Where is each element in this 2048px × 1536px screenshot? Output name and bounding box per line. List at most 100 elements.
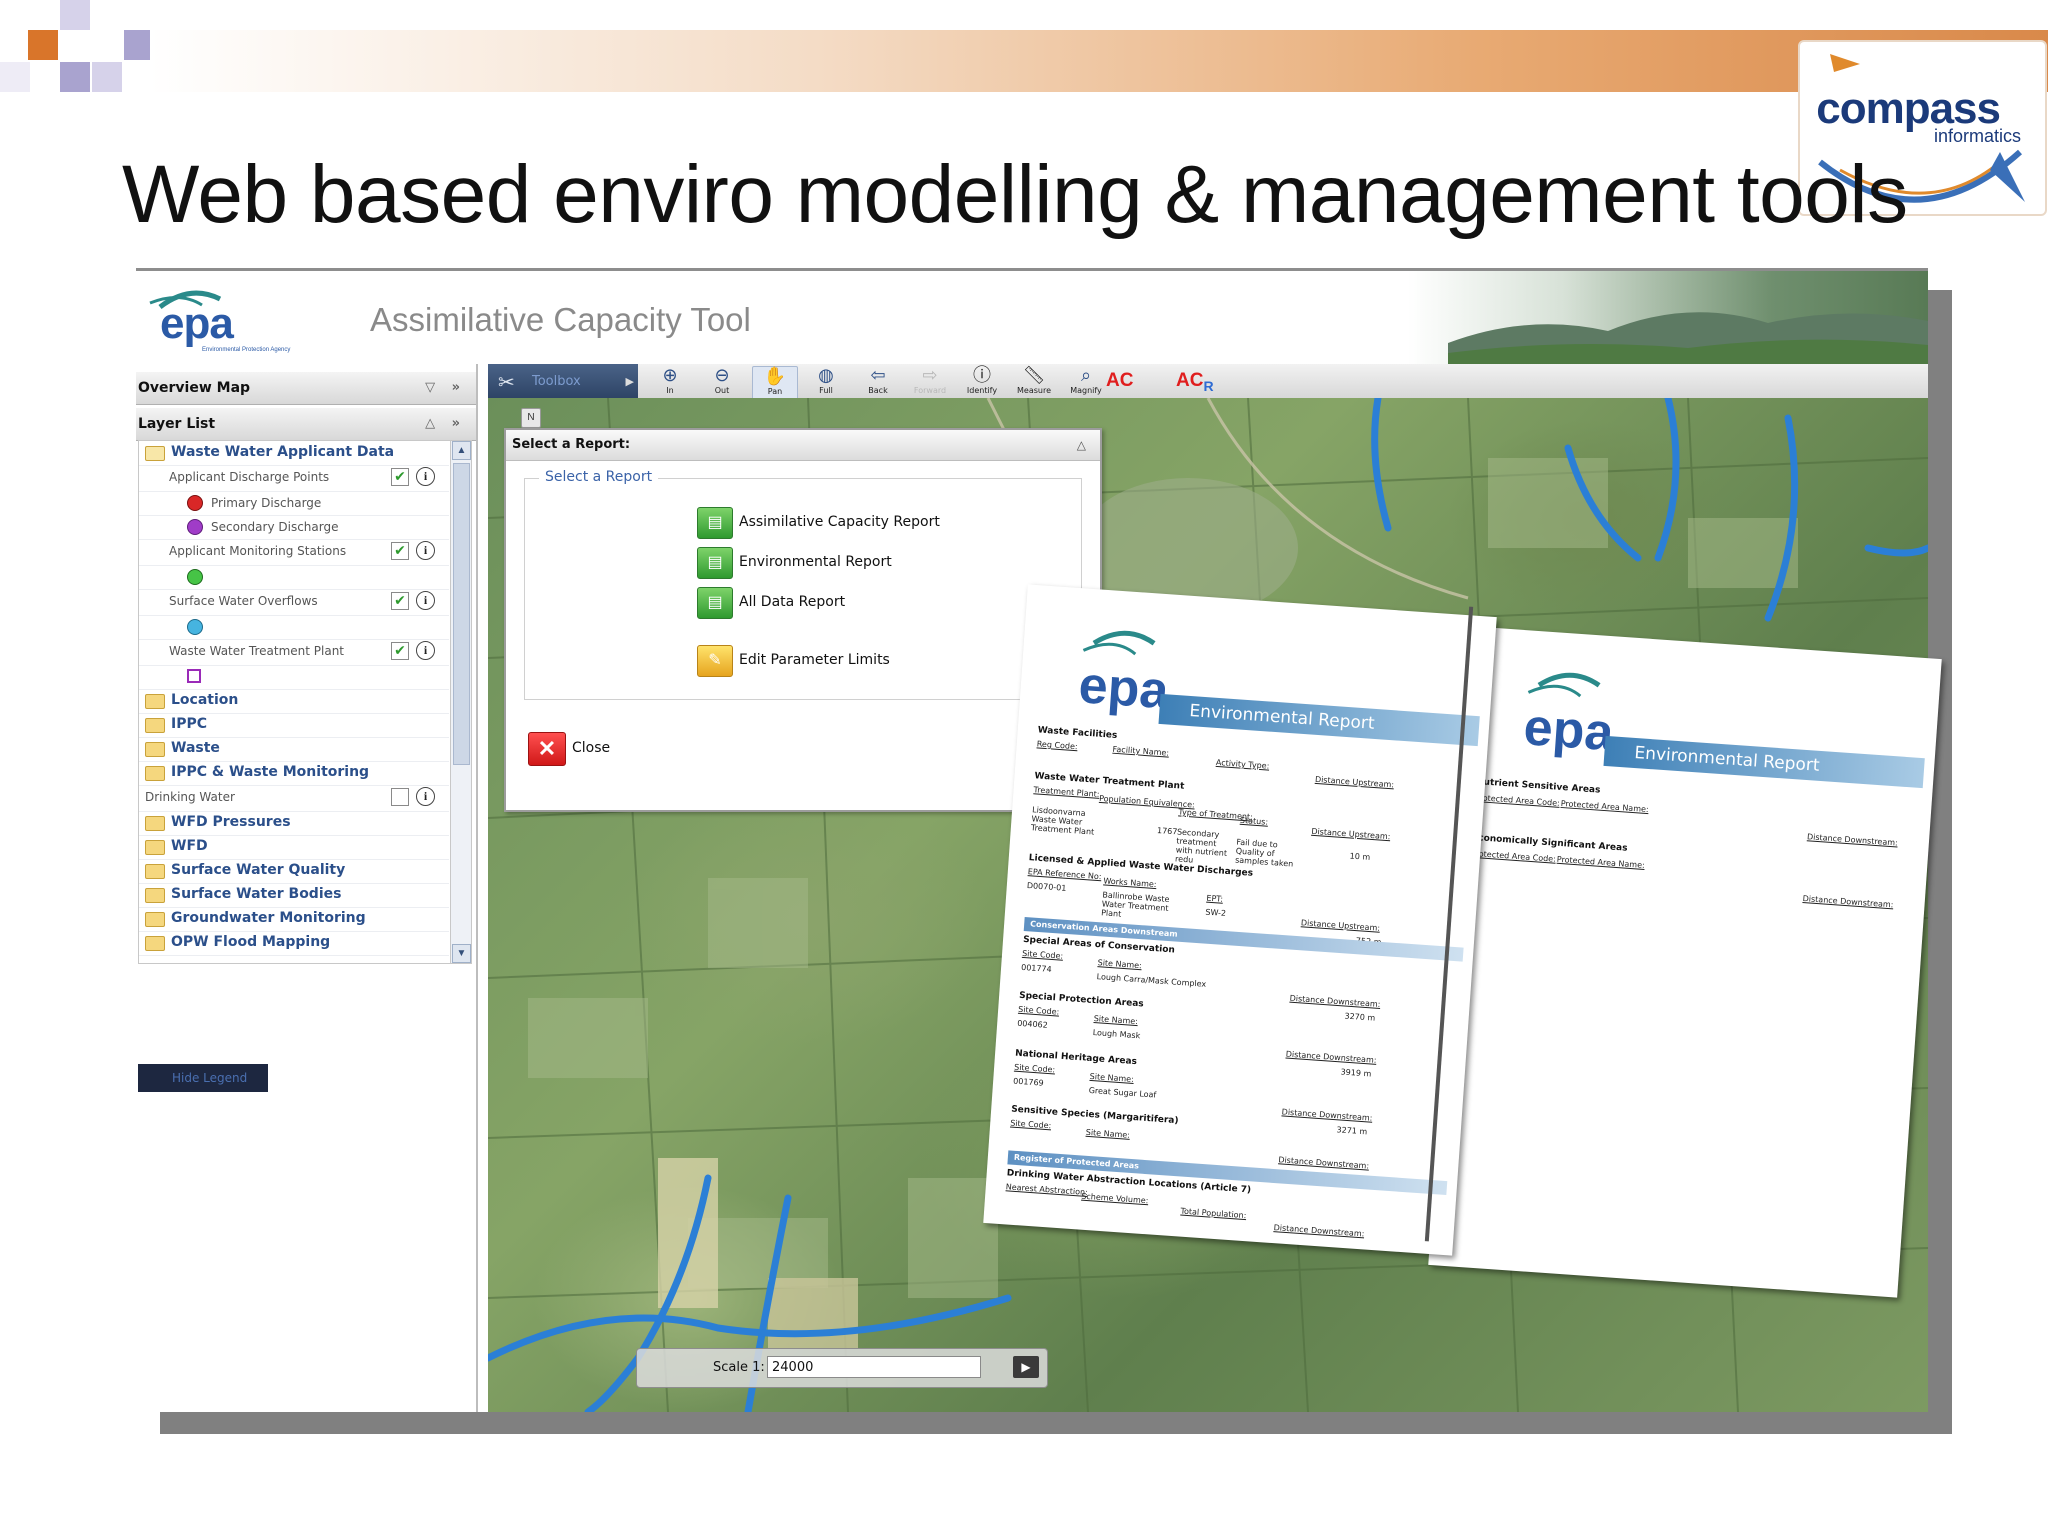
- slide-title: Web based enviro modelling & management …: [122, 149, 1908, 240]
- report-field-value: 3270 m: [1344, 1011, 1376, 1023]
- layer-group-opw-flood-mapping[interactable]: OPW Flood Mapping: [139, 931, 449, 956]
- layer-group-waste[interactable]: Waste: [139, 737, 449, 762]
- magnify-button[interactable]: ⌕ Magnify: [1064, 366, 1108, 398]
- panel-expand-icons[interactable]: ▽ »: [423, 372, 466, 404]
- report-field-label: Distance Upstream:: [1300, 918, 1381, 933]
- close-button[interactable]: ✕ Close: [528, 732, 638, 768]
- secondary-discharge-symbol-icon: [187, 519, 203, 535]
- layer-group-waste-water-applicant[interactable]: Waste Water Applicant Data: [139, 441, 449, 466]
- pan-button[interactable]: ✋ Pan: [752, 366, 798, 400]
- info-icon[interactable]: i: [416, 467, 435, 486]
- folder-icon: [145, 912, 165, 927]
- deco-square: [92, 62, 122, 92]
- report-field-value: Lisdoonvarna Waste Water Treatment Plant: [1030, 805, 1095, 837]
- report-field-value: SW-2: [1205, 907, 1227, 919]
- left-panel: Overview Map ▽ » Layer List △ » Waste Wa…: [136, 364, 478, 1412]
- layer-visibility-checkbox[interactable]: [391, 788, 409, 806]
- layer-surface-water-overflows[interactable]: Surface Water Overflows ✔ i: [139, 589, 449, 616]
- info-icon[interactable]: i: [416, 641, 435, 660]
- measure-button[interactable]: 📏︎ Measure: [1012, 366, 1056, 398]
- report-field-label: Site Code:: [1017, 1004, 1060, 1017]
- full-extent-button[interactable]: ◍ Full: [804, 366, 848, 398]
- deco-square: [60, 62, 90, 92]
- layer-list-scrollbar[interactable]: ▲ ▼: [450, 441, 471, 963]
- layer-list-header[interactable]: Layer List △ »: [136, 408, 476, 441]
- report-field-label: Site Code:: [1013, 1062, 1056, 1075]
- report-field-label: Total Population:: [1180, 1206, 1247, 1221]
- report-field-value: Great Sugar Loaf: [1088, 1085, 1157, 1100]
- layer-label: Drinking Water: [145, 790, 235, 804]
- scroll-down-icon[interactable]: ▼: [452, 944, 471, 963]
- north-arrow-button[interactable]: N: [521, 408, 541, 428]
- report-field-label: Protected Area Name:: [1556, 854, 1646, 870]
- scroll-up-icon[interactable]: ▲: [452, 441, 471, 460]
- hide-legend-button[interactable]: Hide Legend: [138, 1064, 268, 1092]
- identify-button[interactable]: ⓘ Identify: [960, 366, 1004, 398]
- layer-group-groundwater-monitoring[interactable]: Groundwater Monitoring: [139, 907, 449, 932]
- back-button[interactable]: ⇦ Back: [856, 366, 900, 398]
- legend-overflow: [139, 615, 449, 640]
- app-title: Assimilative Capacity Tool: [370, 301, 751, 338]
- report-field-value: Ballinrobe Waste Water Treatment Plant: [1100, 890, 1170, 919]
- layer-label: Surface Water Bodies: [171, 886, 342, 902]
- assimilative-capacity-report-button[interactable]: ACR: [1176, 370, 1214, 394]
- layer-visibility-checkbox[interactable]: ✔: [391, 592, 409, 610]
- layer-visibility-checkbox[interactable]: ✔: [391, 642, 409, 660]
- scroll-thumb[interactable]: [453, 463, 470, 765]
- layer-group-wfd-pressures[interactable]: WFD Pressures: [139, 811, 449, 836]
- layer-visibility-checkbox[interactable]: ✔: [391, 542, 409, 560]
- forward-button[interactable]: ⇨ Forward: [908, 366, 952, 398]
- folder-icon: [145, 936, 165, 951]
- report-field-label: Activity Type:: [1215, 757, 1270, 771]
- layer-group-wfd[interactable]: WFD: [139, 835, 449, 860]
- layer-applicant-discharge-points[interactable]: Applicant Discharge Points ✔ i: [139, 465, 449, 492]
- report-label: All Data Report: [739, 594, 846, 610]
- info-icon[interactable]: i: [416, 541, 435, 560]
- zoom-out-icon: ⊖: [714, 365, 730, 386]
- panel-collapse-icons[interactable]: △ »: [423, 408, 466, 440]
- report-field-label: Distance Downstream:: [1806, 832, 1899, 848]
- zoom-out-button[interactable]: ⊖ Out: [700, 366, 744, 398]
- folder-icon: [145, 694, 165, 709]
- layer-group-ippc-waste-monitoring[interactable]: IPPC & Waste Monitoring: [139, 761, 449, 786]
- layer-group-ippc[interactable]: IPPC: [139, 713, 449, 738]
- environmental-report-page-1: epa Environmental Report Waste Facilitie…: [983, 584, 1497, 1256]
- tool-label: Identify: [966, 386, 998, 395]
- overview-map-header[interactable]: Overview Map ▽ »: [136, 372, 476, 405]
- layer-visibility-checkbox[interactable]: ✔: [391, 468, 409, 486]
- toolbox-arrow-icon: ▶: [625, 376, 634, 388]
- scale-input[interactable]: 24000: [767, 1356, 981, 1378]
- collapse-icon[interactable]: △: [1071, 430, 1086, 460]
- layer-group-location[interactable]: Location: [139, 689, 449, 714]
- ruler-icon: 📏︎: [1022, 365, 1046, 386]
- report-field-label: Facility Name:: [1112, 744, 1170, 758]
- tool-label: Full: [819, 386, 833, 395]
- tool-label: Pan: [767, 387, 783, 396]
- layer-label: Waste: [171, 740, 220, 756]
- toolbox-button[interactable]: ✂ Toolbox ▶: [488, 364, 638, 400]
- layer-drinking-water[interactable]: Drinking Water i: [139, 785, 449, 812]
- scale-go-button[interactable]: ▶: [1013, 1356, 1039, 1378]
- layer-group-surface-water-bodies[interactable]: Surface Water Bodies: [139, 883, 449, 908]
- report-field-label: Site Name:: [1093, 1014, 1139, 1027]
- layer-group-surface-water-quality[interactable]: Surface Water Quality: [139, 859, 449, 884]
- report-banner: Environmental Report: [1603, 735, 1925, 789]
- layer-applicant-monitoring-stations[interactable]: Applicant Monitoring Stations ✔ i: [139, 539, 449, 566]
- folder-icon: [145, 840, 165, 855]
- info-icon[interactable]: i: [416, 787, 435, 806]
- assimilative-capacity-button[interactable]: AC: [1106, 370, 1133, 392]
- report-label: Environmental Report: [739, 554, 892, 570]
- dialog-header: Select a Report: △: [506, 430, 1100, 461]
- report-field-label: Protected Area Code:: [1470, 848, 1557, 864]
- info-icon[interactable]: i: [416, 591, 435, 610]
- layer-waste-water-treatment-plant[interactable]: Waste Water Treatment Plant ✔ i: [139, 639, 449, 666]
- report-field-label: Site Code:: [1009, 1118, 1052, 1131]
- report-field-value: D0070-01: [1026, 881, 1067, 893]
- report-field-label: Site Code:: [1021, 948, 1064, 961]
- zoom-in-button[interactable]: ⊕ In: [648, 366, 692, 398]
- report-field-label: Distance Upstream:: [1314, 774, 1395, 790]
- app-header: epa Environmental Protection Agency Assi…: [136, 268, 1928, 367]
- report-field-label: Protected Area Code:: [1474, 792, 1561, 808]
- report-field-label: Protected Area Name:: [1560, 798, 1649, 815]
- report-field-label: Scheme Volume:: [1081, 1191, 1149, 1206]
